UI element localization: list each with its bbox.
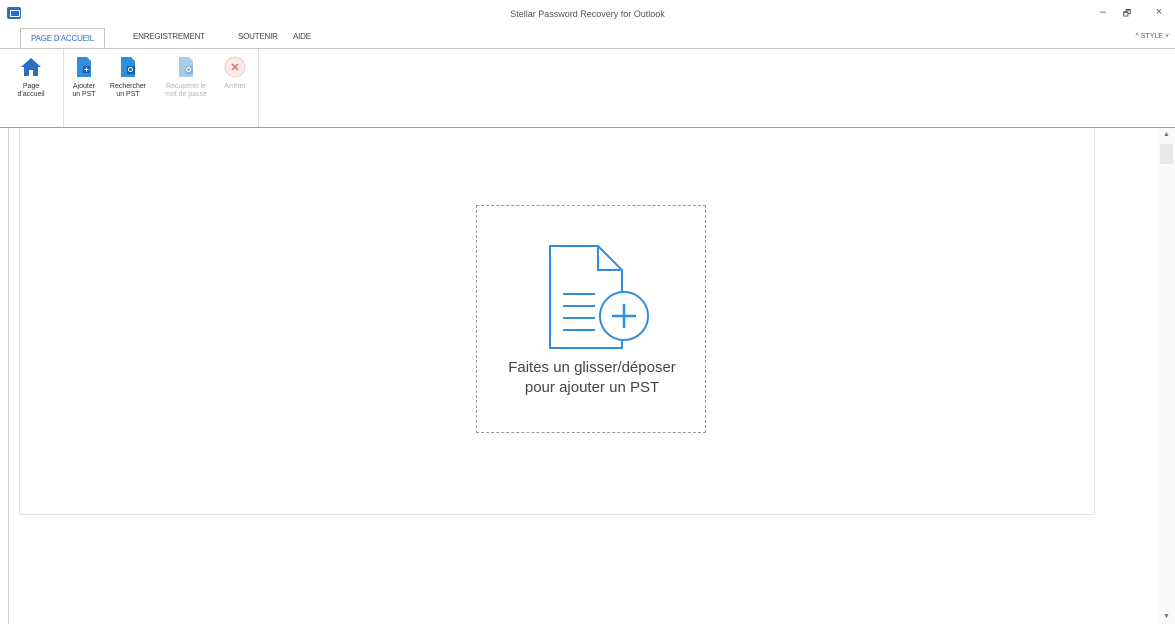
tab-enregistrement[interactable]: ENREGISTREMENT	[133, 32, 205, 41]
search-file-icon	[121, 57, 135, 77]
add-pst-button[interactable]: Ajouter un PST	[66, 55, 102, 99]
search-pst-button[interactable]: Rechercher un PST	[104, 55, 152, 99]
ribbon-separator	[63, 49, 64, 127]
home-label-2: d'accueil	[17, 91, 45, 98]
search-pst-label-2: un PST	[116, 91, 140, 98]
recover-file-icon	[179, 57, 193, 77]
tab-page-accueil[interactable]: PAGE D'ACCUEIL	[20, 28, 106, 48]
close-button[interactable]: ×	[1150, 6, 1168, 18]
recover-label-1: Récupérer le	[165, 83, 207, 90]
stop-label-1: Arrêter	[224, 83, 246, 90]
drop-instruction: Faites un glisser/déposer pour ajouter u…	[477, 358, 707, 398]
scroll-thumb[interactable]	[1160, 144, 1173, 164]
recover-password-button[interactable]: Récupérer le mot de passe	[156, 55, 216, 99]
add-document-icon	[549, 245, 649, 349]
style-menu[interactable]: ^ STYLE ˅	[1136, 33, 1169, 40]
add-pst-label-2: un PST	[72, 91, 96, 98]
drop-text-line-2: pour ajouter un PST	[524, 379, 660, 396]
scroll-down-arrow-icon[interactable]: ▼	[1158, 610, 1175, 624]
title-bar: Stellar Password Recovery for Outlook – …	[0, 0, 1175, 28]
home-icon	[21, 58, 41, 76]
vertical-scrollbar[interactable]: ▲ ▼	[1158, 128, 1175, 624]
drop-text-line-1: Faites un glisser/déposer	[508, 359, 676, 376]
restore-button[interactable]: 🗗	[1118, 6, 1136, 22]
drop-zone[interactable]: Faites un glisser/déposer pour ajouter u…	[476, 205, 706, 433]
tab-aide[interactable]: AIDE	[293, 32, 311, 41]
minimize-button[interactable]: –	[1094, 6, 1112, 18]
stop-icon	[224, 56, 246, 78]
home-label-1: Page	[22, 83, 40, 90]
add-pst-label-1: Ajouter	[72, 83, 96, 90]
ribbon: Page d'accueil Ajouter un PST Rechercher…	[0, 48, 1175, 128]
search-pst-label-1: Rechercher	[109, 83, 147, 90]
ribbon-separator	[258, 49, 259, 127]
tab-soutenir[interactable]: SOUTENIR	[238, 32, 278, 41]
stop-button[interactable]: Arrêter	[218, 55, 252, 91]
home-button[interactable]: Page d'accueil	[14, 55, 48, 99]
recover-label-2: mot de passe	[164, 91, 208, 98]
scroll-up-arrow-icon[interactable]: ▲	[1158, 128, 1175, 142]
add-file-icon	[77, 57, 91, 77]
ribbon-tabs: PAGE D'ACCUEIL ENREGISTREMENT SOUTENIR A…	[0, 28, 1175, 48]
window-title: Stellar Password Recovery for Outlook	[510, 9, 665, 19]
